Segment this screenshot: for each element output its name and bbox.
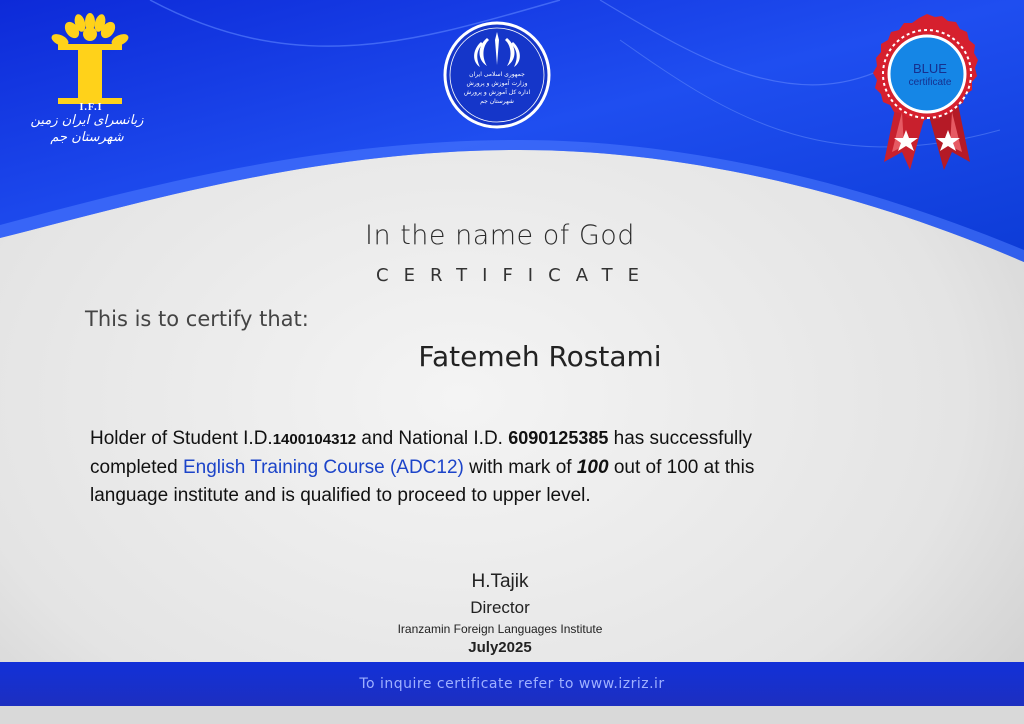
signatory-title: Director (470, 598, 530, 617)
rosette-badge (873, 14, 978, 170)
body-line-2: completed English Training Course (ADC12… (90, 454, 950, 482)
body-text-1: Holder of Student I.D. (90, 428, 273, 449)
ifi-logo (51, 13, 129, 104)
ifi-persian-line-1: زبانسرای ایران زمین (30, 113, 144, 128)
badge-subtitle: certificate (908, 77, 952, 88)
badge-title: BLUE (913, 61, 947, 76)
body-line-1: Holder of Student I.D.1400104312 and Nat… (90, 424, 950, 454)
body-text-5: with mark of (463, 457, 577, 478)
national-id: 6090125385 (508, 428, 609, 448)
body-text-6: out of 100 at this (608, 457, 755, 478)
footer-inquiry-text: To inquire certificate refer to www.izri… (359, 676, 665, 692)
institute-name: Iranzamin Foreign Languages Institute (397, 622, 603, 636)
certify-line: This is to certify that: (85, 307, 309, 331)
mark-value: 100 (576, 457, 609, 478)
emblem-line-2: وزارت آموزش و پرورش (466, 80, 528, 87)
certificate-heading: CERTIFICATE (376, 265, 654, 286)
body-text-3: has successfully (608, 428, 752, 449)
body-text-2: and National I.D. (356, 428, 509, 449)
ifi-persian-name: زبانسرای ایران زمین شهرستان جم (22, 112, 152, 146)
student-id: 1400104312 (272, 431, 357, 448)
emblem-line-3: اداره کل آموزش و پرورش شهرستان جم (463, 89, 531, 105)
ifi-persian-line-2: شهرستان جم (50, 130, 124, 145)
body-text-4: completed (90, 457, 183, 478)
recipient-name: Fatemeh Rostami (418, 340, 662, 373)
emblem-line-1: جمهوری اسلامی ایران (469, 71, 525, 78)
issue-date: July2025 (468, 639, 532, 656)
course-name: English Training Course (ADC12) (182, 457, 464, 478)
invocation-heading: In the name of God (365, 220, 635, 251)
certificate-body: Holder of Student I.D.1400104312 and Nat… (90, 424, 950, 510)
ministry-emblem-text: جمهوری اسلامی ایران وزارت آموزش و پرورش … (452, 70, 542, 106)
signatory-name: H.Tajik (471, 571, 529, 592)
body-line-3: language institute and is qualified to p… (90, 485, 591, 506)
